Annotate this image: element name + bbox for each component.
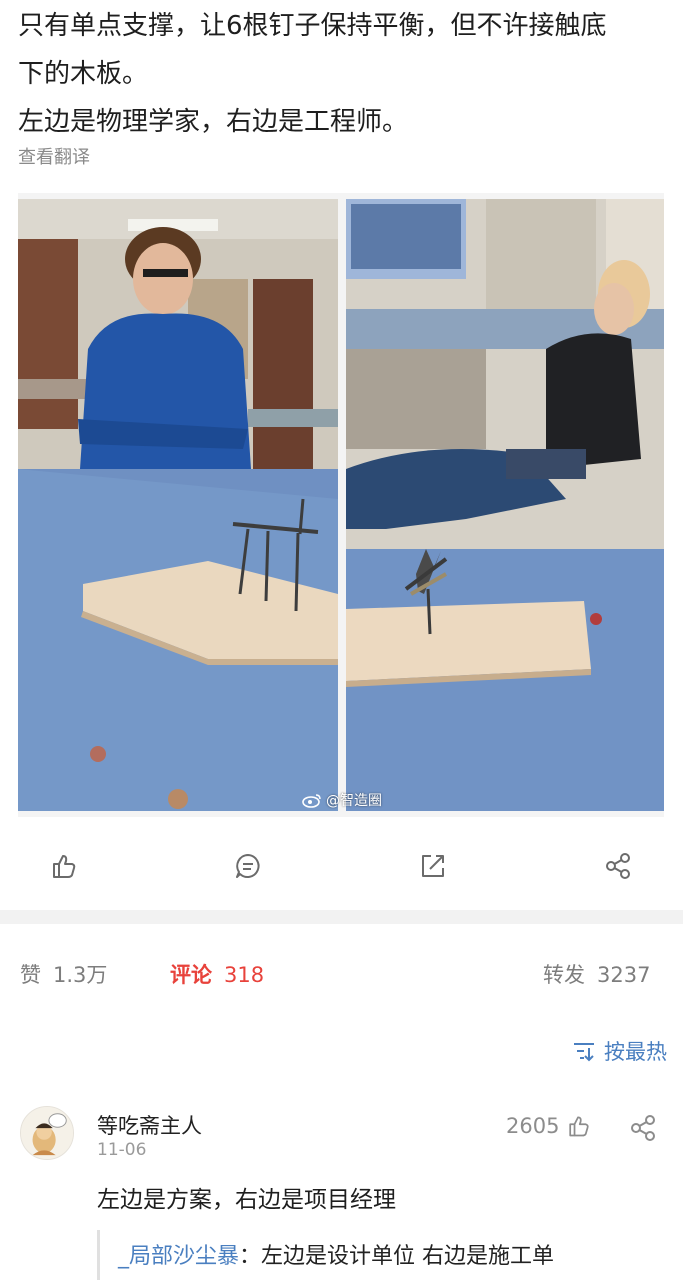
translate-link[interactable]: 查看翻译 — [18, 143, 90, 169]
like-button[interactable] — [43, 846, 83, 886]
post-text: 只有单点支撑，让6根钉子保持平衡，但不许接触底 下的木板。 左边是物理学家，右边… — [18, 2, 668, 146]
reply-user[interactable]: _局部沙尘暴 — [118, 1244, 239, 1269]
tab-likes[interactable]: 赞 1.3万 — [20, 959, 107, 989]
comment-button[interactable] — [228, 846, 268, 886]
share-icon — [631, 1115, 655, 1141]
comment-item: 等吃斋主人 11-06 2605 左边是方案，右边是项目经理 _局部沙尘暴：左边… — [0, 1100, 683, 1280]
likes-label: 赞 — [20, 963, 41, 987]
comment-reply[interactable]: _局部沙尘暴：左边是设计单位 右边是施工单 — [97, 1230, 667, 1280]
post-line-1: 只有单点支撑，让6根钉子保持平衡，但不许接触底 — [18, 11, 607, 41]
post-image[interactable]: @智造圈 — [18, 193, 664, 817]
sort-icon — [574, 1043, 594, 1062]
post-action-bar — [0, 840, 683, 892]
repost-button[interactable] — [413, 846, 453, 886]
like-icon — [53, 855, 76, 878]
photo-panel-physicist — [18, 199, 338, 811]
comments-label: 评论 — [170, 963, 212, 987]
repost-icon — [422, 855, 444, 877]
photo-panel-engineer — [346, 199, 664, 811]
stats-tabs: 赞 1.3万 评论 318 转发 3237 — [0, 955, 683, 995]
comment-share-button[interactable] — [628, 1113, 658, 1143]
reply-text: 左边是设计单位 右边是施工单 — [261, 1244, 555, 1269]
sort-toggle[interactable]: 按最热 — [572, 1036, 667, 1066]
watermark: @智造圈 — [301, 790, 382, 810]
tab-comments[interactable]: 评论 318 — [170, 959, 264, 989]
comments-count: 318 — [224, 963, 265, 987]
sort-label: 按最热 — [604, 1040, 667, 1064]
likes-count: 1.3万 — [53, 963, 108, 987]
comment-date: 11-06 — [97, 1140, 147, 1160]
reposts-count: 3237 — [597, 963, 651, 987]
share-icon — [606, 853, 630, 879]
comment-text: 左边是方案，右边是项目经理 — [97, 1187, 396, 1213]
section-divider — [0, 910, 683, 924]
weibo-logo-icon — [302, 794, 321, 808]
reposts-label: 转发 — [543, 963, 585, 987]
like-icon — [569, 1116, 590, 1137]
comment-like-button[interactable]: 2605 — [506, 1113, 591, 1139]
post-line-3: 左边是物理学家，右边是工程师。 — [18, 107, 409, 137]
reply-separator: ： — [239, 1244, 262, 1269]
tab-reposts[interactable]: 转发 3237 — [543, 959, 650, 989]
comment-author[interactable]: 等吃斋主人 — [97, 1110, 202, 1140]
comment-like-count: 2605 — [506, 1114, 560, 1138]
avatar[interactable] — [20, 1106, 74, 1160]
watermark-text: @智造圈 — [326, 793, 382, 809]
share-button[interactable] — [598, 846, 638, 886]
comment-icon — [236, 854, 260, 878]
post-line-2: 下的木板。 — [18, 59, 149, 89]
